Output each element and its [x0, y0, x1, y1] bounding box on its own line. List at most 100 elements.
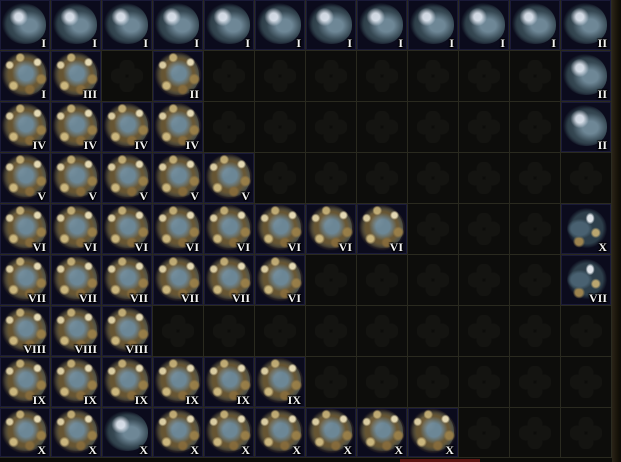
- stash-slot-empty[interactable]: [204, 306, 255, 357]
- stash-slot-item[interactable]: VI: [204, 204, 255, 255]
- stash-slot-item[interactable]: I: [357, 0, 408, 51]
- stash-slot-item[interactable]: IX: [51, 357, 102, 408]
- stash-slot-empty[interactable]: [408, 255, 459, 306]
- stash-slot-item[interactable]: VIII: [102, 306, 153, 357]
- stash-slot-empty[interactable]: [408, 357, 459, 408]
- stash-slot-item[interactable]: X: [255, 408, 306, 458]
- stash-slot-item[interactable]: VII: [51, 255, 102, 306]
- stash-slot-item[interactable]: V: [102, 153, 153, 204]
- stash-slot-item[interactable]: I: [459, 0, 510, 51]
- stash-slot-item[interactable]: I: [408, 0, 459, 51]
- stash-slot-item[interactable]: VI: [255, 255, 306, 306]
- stash-slot-empty[interactable]: [510, 306, 561, 357]
- stash-slot-empty[interactable]: [561, 357, 612, 408]
- stash-slot-item[interactable]: VII: [204, 255, 255, 306]
- stash-slot-empty[interactable]: [459, 306, 510, 357]
- stash-slot-item[interactable]: II: [561, 0, 612, 51]
- stash-slot-empty[interactable]: [510, 357, 561, 408]
- stash-slot-empty[interactable]: [561, 306, 612, 357]
- stash-slot-empty[interactable]: [510, 255, 561, 306]
- stash-slot-item[interactable]: I: [306, 0, 357, 51]
- stash-slot-item[interactable]: IX: [0, 357, 51, 408]
- stash-slot-empty[interactable]: [459, 51, 510, 102]
- stash-slot-item[interactable]: IX: [255, 357, 306, 408]
- stash-slot-empty[interactable]: [306, 102, 357, 153]
- stash-slot-item[interactable]: I: [0, 51, 51, 102]
- stash-slot-item[interactable]: X: [561, 204, 612, 255]
- stash-slot-empty[interactable]: [357, 153, 408, 204]
- stash-slot-item[interactable]: III: [51, 51, 102, 102]
- stash-slot-empty[interactable]: [306, 306, 357, 357]
- stash-slot-item[interactable]: X: [204, 408, 255, 458]
- stash-slot-item[interactable]: X: [306, 408, 357, 458]
- stash-slot-item[interactable]: IX: [204, 357, 255, 408]
- stash-slot-item[interactable]: X: [51, 408, 102, 458]
- stash-slot-empty[interactable]: [153, 306, 204, 357]
- stash-slot-item[interactable]: IV: [0, 102, 51, 153]
- stash-slot-empty[interactable]: [510, 204, 561, 255]
- stash-slot-item[interactable]: VII: [153, 255, 204, 306]
- stash-slot-empty[interactable]: [408, 153, 459, 204]
- stash-slot-item[interactable]: VII: [0, 255, 51, 306]
- stash-slot-item[interactable]: II: [561, 102, 612, 153]
- stash-slot-empty[interactable]: [357, 306, 408, 357]
- stash-slot-item[interactable]: X: [102, 408, 153, 458]
- stash-slot-empty[interactable]: [204, 51, 255, 102]
- stash-slot-empty[interactable]: [204, 102, 255, 153]
- stash-slot-item[interactable]: VI: [255, 204, 306, 255]
- stash-slot-item[interactable]: VI: [0, 204, 51, 255]
- stash-slot-item[interactable]: IV: [153, 102, 204, 153]
- stash-slot-empty[interactable]: [459, 255, 510, 306]
- stash-slot-item[interactable]: IX: [153, 357, 204, 408]
- stash-slot-empty[interactable]: [255, 153, 306, 204]
- stash-slot-empty[interactable]: [255, 51, 306, 102]
- stash-slot-item[interactable]: X: [408, 408, 459, 458]
- stash-slot-item[interactable]: X: [153, 408, 204, 458]
- stash-slot-item[interactable]: IV: [51, 102, 102, 153]
- stash-slot-item[interactable]: VII: [561, 255, 612, 306]
- stash-slot-item[interactable]: VII: [102, 255, 153, 306]
- stash-slot-empty[interactable]: [102, 51, 153, 102]
- stash-slot-empty[interactable]: [306, 357, 357, 408]
- stash-slot-empty[interactable]: [459, 204, 510, 255]
- stash-slot-item[interactable]: VIII: [51, 306, 102, 357]
- stash-slot-empty[interactable]: [408, 306, 459, 357]
- stash-slot-item[interactable]: IV: [102, 102, 153, 153]
- stash-slot-item[interactable]: I: [255, 0, 306, 51]
- stash-slot-empty[interactable]: [357, 357, 408, 408]
- stash-slot-empty[interactable]: [561, 408, 612, 458]
- stash-slot-empty[interactable]: [510, 408, 561, 458]
- stash-slot-empty[interactable]: [459, 102, 510, 153]
- stash-slot-empty[interactable]: [408, 204, 459, 255]
- stash-slot-empty[interactable]: [459, 357, 510, 408]
- stash-slot-item[interactable]: VI: [102, 204, 153, 255]
- stash-slot-empty[interactable]: [510, 51, 561, 102]
- stash-slot-empty[interactable]: [408, 51, 459, 102]
- stash-slot-empty[interactable]: [561, 153, 612, 204]
- stash-slot-item[interactable]: I: [204, 0, 255, 51]
- stash-slot-item[interactable]: V: [204, 153, 255, 204]
- stash-slot-item[interactable]: VI: [51, 204, 102, 255]
- stash-slot-item[interactable]: V: [51, 153, 102, 204]
- stash-slot-item[interactable]: VI: [357, 204, 408, 255]
- stash-slot-item[interactable]: I: [510, 0, 561, 51]
- stash-slot-empty[interactable]: [408, 102, 459, 153]
- stash-slot-empty[interactable]: [306, 153, 357, 204]
- stash-slot-item[interactable]: I: [51, 0, 102, 51]
- stash-slot-item[interactable]: VI: [306, 204, 357, 255]
- stash-slot-item[interactable]: V: [0, 153, 51, 204]
- stash-slot-empty[interactable]: [357, 51, 408, 102]
- stash-slot-item[interactable]: VI: [153, 204, 204, 255]
- stash-slot-item[interactable]: X: [357, 408, 408, 458]
- stash-slot-empty[interactable]: [357, 102, 408, 153]
- stash-slot-empty[interactable]: [255, 102, 306, 153]
- stash-slot-empty[interactable]: [459, 408, 510, 458]
- stash-slot-empty[interactable]: [306, 51, 357, 102]
- stash-slot-item[interactable]: IX: [102, 357, 153, 408]
- stash-slot-item[interactable]: I: [153, 0, 204, 51]
- stash-slot-item[interactable]: VIII: [0, 306, 51, 357]
- stash-slot-item[interactable]: V: [153, 153, 204, 204]
- stash-slot-empty[interactable]: [510, 153, 561, 204]
- stash-slot-item[interactable]: II: [153, 51, 204, 102]
- stash-slot-empty[interactable]: [306, 255, 357, 306]
